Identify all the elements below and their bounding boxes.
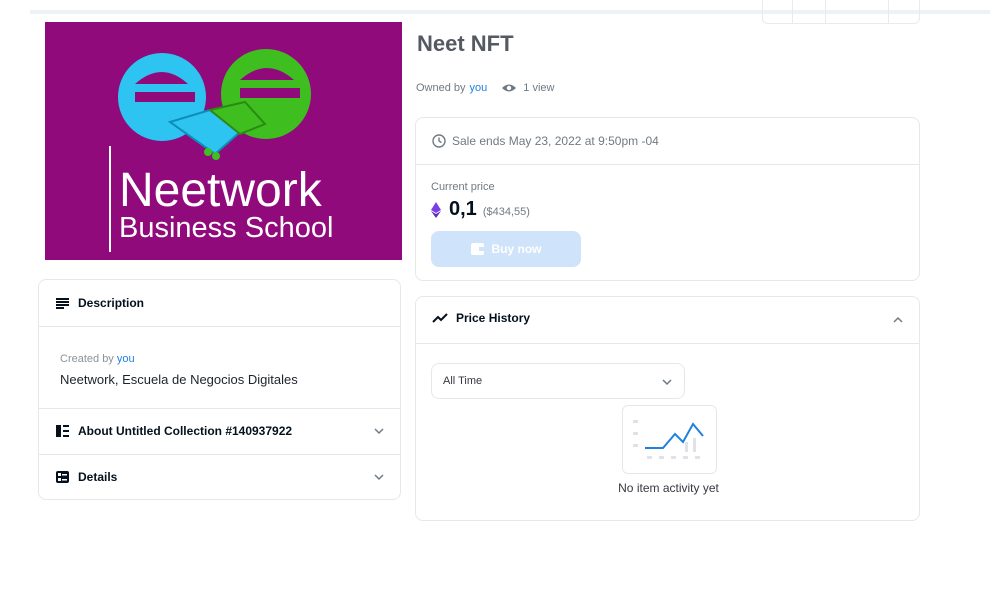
sale-panel: Sale ends May 23, 2022 at 9:50pm -04 Cur…: [415, 117, 920, 281]
brand-line-2: Business School: [119, 212, 333, 244]
creator-link[interactable]: you: [117, 353, 135, 365]
nft-image[interactable]: Neetwork Business School: [45, 22, 402, 260]
price-history-panel: Price History All Time No item activity …: [415, 296, 920, 521]
time-range-value: All Time: [443, 375, 483, 387]
left-info-panel: Description Created by you Neetwork, Esc…: [38, 279, 401, 500]
eye-icon: [502, 84, 517, 92]
nft-title: Neet NFT: [417, 31, 514, 56]
brand-line-1: Neetwork: [119, 164, 323, 217]
menu-lines-icon: [55, 296, 69, 310]
price-history-header[interactable]: Price History: [432, 311, 530, 325]
about-collection-header[interactable]: About Untitled Collection #140937922: [39, 420, 400, 442]
ethereum-icon: [431, 201, 441, 218]
chevron-down-icon: [662, 379, 672, 386]
owner-link[interactable]: you: [470, 82, 488, 94]
owner-line: Owned by you 1 view: [416, 82, 554, 94]
sale-ends-text: Sale ends May 23, 2022 at 9:50pm -04: [452, 134, 659, 148]
current-price-label: Current price: [431, 181, 495, 193]
price: 0,1 ($434,55): [431, 198, 530, 221]
details-header[interactable]: Details: [39, 466, 400, 488]
sale-ends: Sale ends May 23, 2022 at 9:50pm -04: [432, 134, 659, 148]
action-button-1[interactable]: [763, 0, 793, 23]
owned-by-label: Owned by: [416, 82, 466, 94]
trending-line-icon: [432, 313, 448, 323]
empty-chart-illustration: [622, 405, 717, 474]
chevron-down-icon[interactable]: [374, 426, 384, 436]
created-by: Created by you: [60, 353, 135, 365]
action-button-3[interactable]: [826, 0, 890, 23]
divider: [416, 164, 919, 165]
views: 1 view: [501, 82, 554, 94]
description-title: Description: [78, 296, 145, 310]
collection-list-icon: [55, 424, 69, 438]
chevron-down-icon[interactable]: [374, 472, 384, 482]
chevron-up-icon[interactable]: [893, 315, 903, 325]
chart-placeholder-icon: [633, 420, 704, 459]
action-button-2[interactable]: [793, 0, 826, 23]
about-collection-title: About Untitled Collection #140937922: [78, 424, 293, 438]
action-button-4[interactable]: [889, 0, 919, 23]
top-action-buttons[interactable]: [762, 0, 920, 24]
price-eth: 0,1: [449, 198, 477, 220]
price-history-title: Price History: [456, 311, 531, 325]
created-by-label: Created by: [60, 353, 114, 365]
price-usd: ($434,55): [482, 205, 530, 218]
neetwork-logo: Neetwork Business School: [109, 49, 333, 252]
details-title: Details: [78, 470, 118, 484]
divider: [39, 326, 400, 327]
clock-icon: [432, 134, 446, 148]
wallet-icon: [470, 243, 484, 255]
description-text: Neetwork, Escuela de Negocios Digitales: [60, 372, 298, 387]
view-count: 1 view: [523, 82, 555, 94]
description-header[interactable]: Description: [39, 292, 400, 314]
empty-activity-text: No item activity yet: [618, 481, 719, 495]
buy-now-label: Buy now: [491, 242, 542, 256]
buy-now-button[interactable]: Buy now: [431, 231, 581, 267]
divider: [416, 343, 919, 344]
divider: [39, 454, 400, 455]
time-range-select[interactable]: All Time: [431, 363, 685, 399]
divider: [39, 408, 400, 409]
details-card-icon: [55, 470, 69, 484]
